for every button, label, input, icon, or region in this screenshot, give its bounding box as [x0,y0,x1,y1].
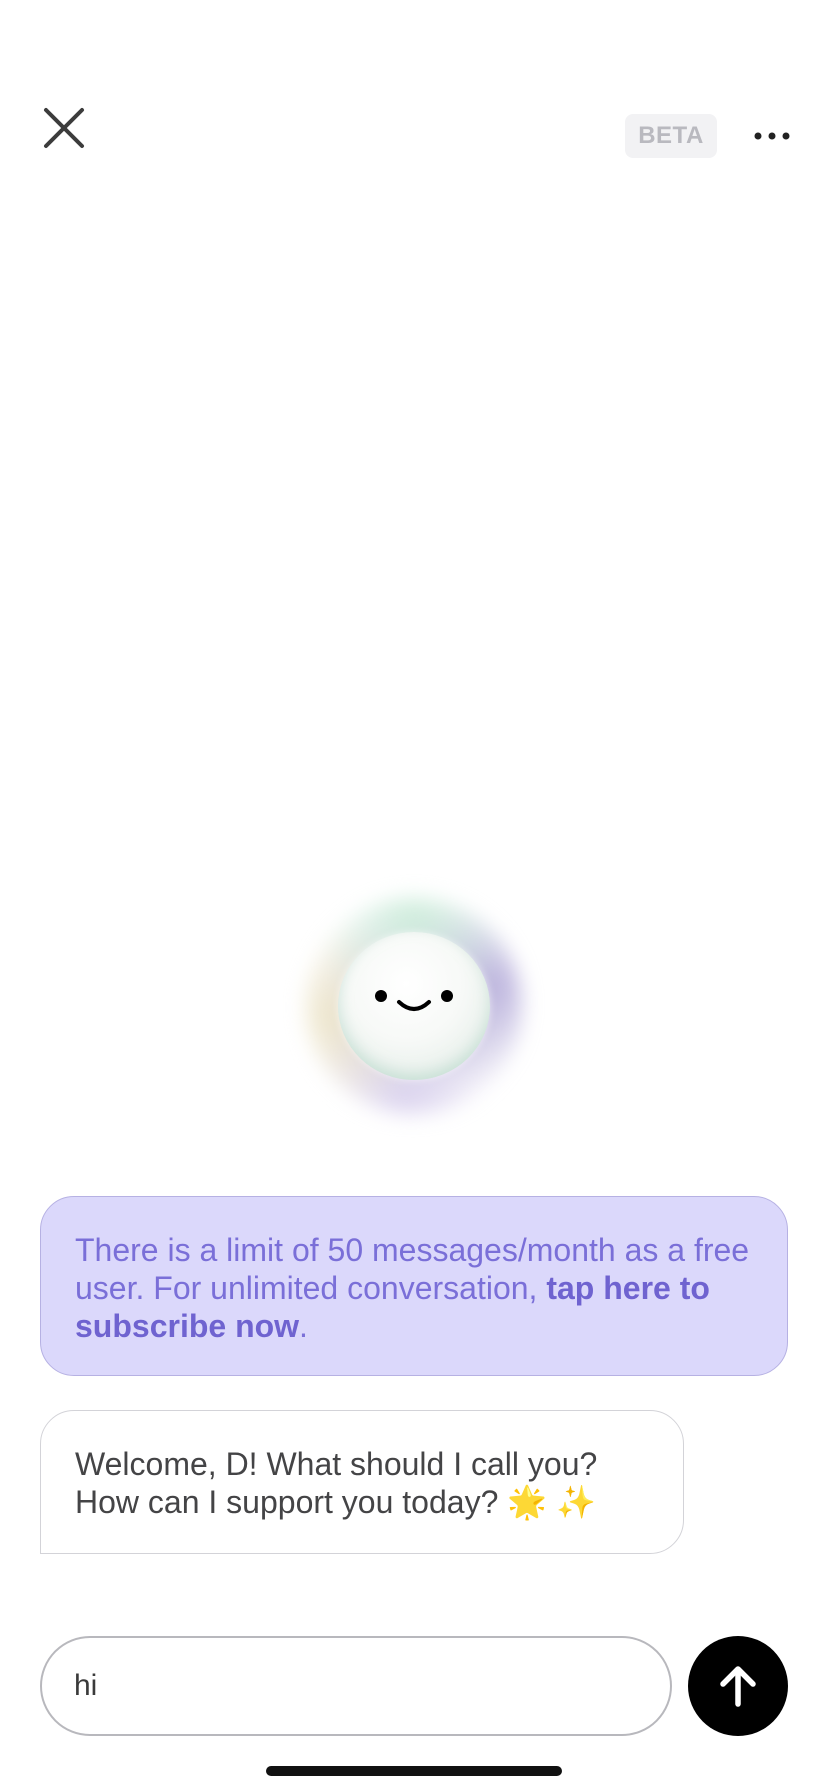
welcome-message-text: Welcome, D! What should I call you? How … [75,1446,598,1520]
assistant-message-bubble: Welcome, D! What should I call you? How … [40,1410,684,1554]
smiley-orb-icon [338,932,490,1080]
beta-badge: BETA [625,114,717,158]
close-button[interactable] [36,100,92,156]
more-options-button[interactable] [748,116,796,156]
more-horizontal-icon [754,132,790,140]
assistant-avatar [288,880,540,1132]
subscription-limit-notice[interactable]: There is a limit of 50 messages/month as… [40,1196,788,1376]
home-indicator [266,1766,562,1776]
limit-notice-suffix: . [299,1308,308,1344]
arrow-up-icon [720,1666,756,1707]
message-input[interactable] [40,1636,672,1736]
send-button[interactable] [688,1636,788,1736]
close-icon [44,108,84,148]
